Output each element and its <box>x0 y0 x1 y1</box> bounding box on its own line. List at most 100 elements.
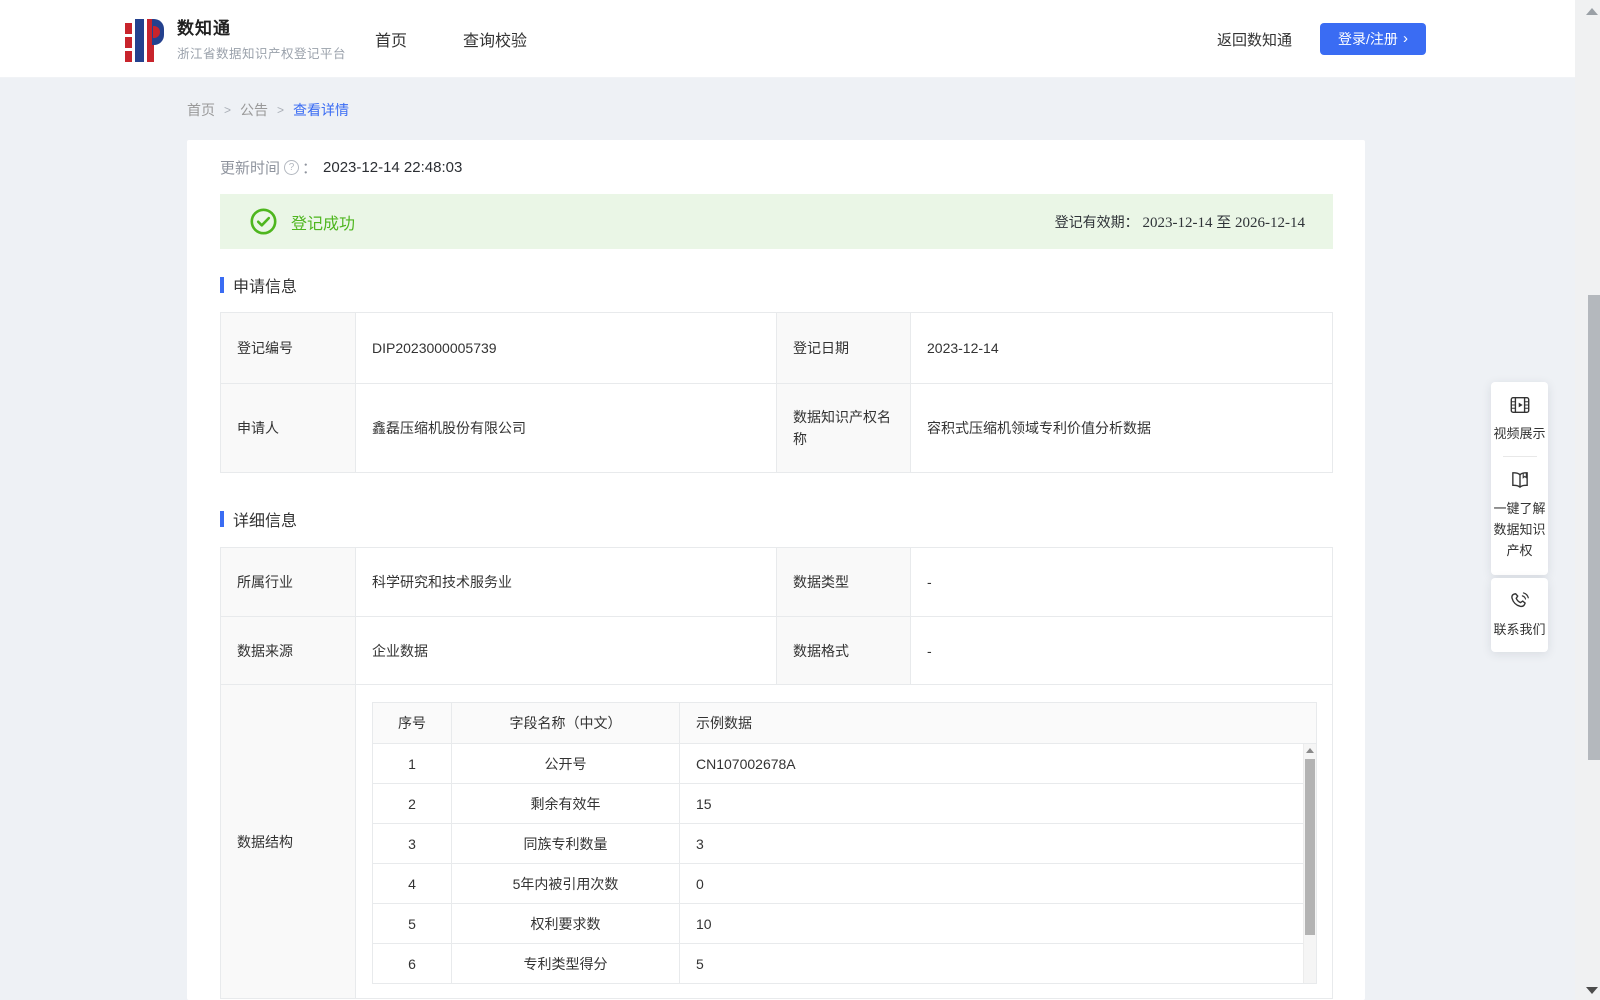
table-row-data-structure: 数据结构 序号 字段名称（中文） 示例数据 1 公开号 CN107002678A… <box>221 684 1332 998</box>
value-data-format: - <box>910 617 1332 684</box>
breadcrumb-separator-icon: > <box>224 103 232 117</box>
data-structure-cell: 序号 字段名称（中文） 示例数据 1 公开号 CN107002678A 2 剩余… <box>355 685 1333 998</box>
video-demo-button[interactable]: 视频展示 <box>1493 394 1546 444</box>
brand-subtitle: 浙江省数据知识产权登记平台 <box>177 47 347 61</box>
column-header-field-name: 字段名称（中文） <box>451 703 679 743</box>
label-data-structure: 数据结构 <box>221 685 355 998</box>
update-time-label: 更新时间 <box>220 160 281 177</box>
cell-field-name: 剩余有效年 <box>451 784 679 823</box>
accent-bar <box>220 277 224 293</box>
value-applicant: 鑫磊压缩机股份有限公司 <box>355 384 776 472</box>
detail-info-table: 所属行业 科学研究和技术服务业 数据类型 - 数据来源 企业数据 数据格式 - … <box>220 547 1333 999</box>
breadcrumb-separator-icon: > <box>277 103 285 117</box>
breadcrumb-announcements[interactable]: 公告 <box>240 100 268 120</box>
scroll-up-arrow-icon[interactable] <box>1306 748 1314 753</box>
data-structure-table: 序号 字段名称（中文） 示例数据 1 公开号 CN107002678A 2 剩余… <box>372 702 1317 984</box>
breadcrumb-home[interactable]: 首页 <box>187 100 215 120</box>
value-industry: 科学研究和技术服务业 <box>355 548 776 616</box>
label-industry: 所属行业 <box>221 548 355 616</box>
help-icon[interactable]: ? <box>284 160 300 175</box>
window-scrollbar[interactable] <box>1575 0 1600 1000</box>
learn-data-ip-button[interactable]: 一键了解数据知识产权 <box>1493 469 1546 561</box>
brand-logo[interactable]: 数知通 浙江省数据知识产权登记平台 <box>125 14 346 62</box>
table-row: 4 5年内被引用次数 0 <box>373 863 1316 903</box>
breadcrumb-view-detail[interactable]: 查看详情 <box>293 100 349 120</box>
label-applicant: 申请人 <box>221 384 355 472</box>
window-scrollbar-thumb[interactable] <box>1588 295 1600 760</box>
main-nav: 首页 查询校验 <box>375 0 527 78</box>
back-to-shuzhitong-link[interactable]: 返回数知通 <box>1217 0 1292 78</box>
registration-status: 登记成功 <box>250 208 355 235</box>
cell-sample-data: 15 <box>679 784 1316 823</box>
label-registration-number: 登记编号 <box>221 313 355 383</box>
brand-logo-icon <box>125 14 167 62</box>
table-row: 3 同族专利数量 3 <box>373 823 1316 863</box>
label-data-type: 数据类型 <box>776 548 910 616</box>
cell-field-name: 权利要求数 <box>451 904 679 943</box>
login-register-button[interactable]: 登录/注册 › <box>1320 23 1426 55</box>
cell-field-name: 专利类型得分 <box>451 944 679 983</box>
scroll-down-arrow-icon[interactable] <box>1586 987 1598 994</box>
cell-field-name: 同族专利数量 <box>451 824 679 863</box>
value-registration-number: DIP2023000005739 <box>355 313 776 383</box>
cell-index: 5 <box>408 915 416 932</box>
label-data-ip-name: 数据知识产权名称 <box>776 384 910 472</box>
brand-name: 数知通 <box>177 19 231 38</box>
cell-sample-data: 3 <box>679 824 1316 863</box>
validity-value: 2023-12-14 至 2026-12-14 <box>1142 215 1305 231</box>
scrollbar-thumb[interactable] <box>1305 759 1315 935</box>
value-registration-date: 2023-12-14 <box>910 313 1332 383</box>
cell-index: 6 <box>408 955 416 972</box>
cell-sample-data: CN107002678A <box>679 744 1316 783</box>
label-data-source: 数据来源 <box>221 617 355 684</box>
detail-card: 更新时间 ? ： 2023-12-14 22:48:03 登记成功 登记有效期：… <box>187 140 1365 1000</box>
column-header-index: 序号 <box>398 715 426 731</box>
cell-sample-data: 5 <box>679 944 1316 983</box>
scroll-up-arrow-icon[interactable] <box>1586 8 1598 15</box>
nav-item-home[interactable]: 首页 <box>375 27 407 51</box>
table-row: 所属行业 科学研究和技术服务业 数据类型 - <box>221 548 1332 616</box>
data-structure-header-row: 序号 字段名称（中文） 示例数据 <box>373 703 1316 743</box>
update-time-value: 2023-12-14 22:48:03 <box>323 159 463 176</box>
chevron-right-icon: › <box>1402 30 1408 47</box>
cell-index: 2 <box>408 795 416 812</box>
table-row: 申请人 鑫磊压缩机股份有限公司 数据知识产权名称 容积式压缩机领域专利价值分析数… <box>221 383 1332 472</box>
contact-card: 联系我们 <box>1491 578 1548 652</box>
value-data-ip-name: 容积式压缩机领域专利价值分析数据 <box>910 384 1332 472</box>
floating-panel: 视频展示 一键了解数据知识产权 <box>1491 382 1548 575</box>
success-check-icon <box>250 208 277 235</box>
video-demo-label: 视频展示 <box>1493 426 1546 441</box>
update-time-row: 更新时间 ? ： 2023-12-14 22:48:03 <box>220 157 462 178</box>
data-structure-scrollbar[interactable] <box>1303 744 1316 983</box>
section-title-detail-info: 详细信息 <box>220 507 297 531</box>
cell-field-name: 5年内被引用次数 <box>451 864 679 903</box>
value-data-source: 企业数据 <box>355 617 776 684</box>
book-icon <box>1509 469 1531 491</box>
label-registration-date: 登记日期 <box>776 313 910 383</box>
label-data-format: 数据格式 <box>776 617 910 684</box>
table-row: 登记编号 DIP2023000005739 登记日期 2023-12-14 <box>221 313 1332 383</box>
breadcrumb: 首页 > 公告 > 查看详情 <box>187 100 349 120</box>
validity-label: 登记有效期： <box>1054 214 1139 230</box>
nav-item-query-verify[interactable]: 查询校验 <box>463 27 527 51</box>
accent-bar <box>220 511 224 527</box>
video-icon <box>1509 394 1531 416</box>
phone-icon <box>1509 590 1531 612</box>
application-info-table: 登记编号 DIP2023000005739 登记日期 2023-12-14 申请… <box>220 312 1333 473</box>
top-nav-bar: 数知通 浙江省数据知识产权登记平台 首页 查询校验 返回数知通 登录/注册 › <box>0 0 1600 78</box>
update-time-colon: ： <box>302 160 318 177</box>
table-row: 1 公开号 CN107002678A <box>373 743 1316 783</box>
cell-sample-data: 0 <box>679 864 1316 903</box>
cell-sample-data: 10 <box>679 904 1316 943</box>
page: { "brand": { "name": "数知通", "subtitle": … <box>0 0 1600 1000</box>
registration-status-text: 登记成功 <box>291 215 356 233</box>
registration-success-banner: 登记成功 登记有效期： 2023-12-14 至 2026-12-14 <box>220 194 1333 249</box>
cell-index: 4 <box>408 875 416 892</box>
brand-text: 数知通 浙江省数据知识产权登记平台 <box>177 14 346 62</box>
column-header-sample-data: 示例数据 <box>679 703 1316 743</box>
contact-us-button[interactable]: 联系我们 <box>1493 590 1546 640</box>
registration-validity: 登记有效期： 2023-12-14 至 2026-12-14 <box>1055 211 1305 232</box>
cell-index: 3 <box>408 835 416 852</box>
table-row: 5 权利要求数 10 <box>373 903 1316 943</box>
value-data-type: - <box>910 548 1332 616</box>
